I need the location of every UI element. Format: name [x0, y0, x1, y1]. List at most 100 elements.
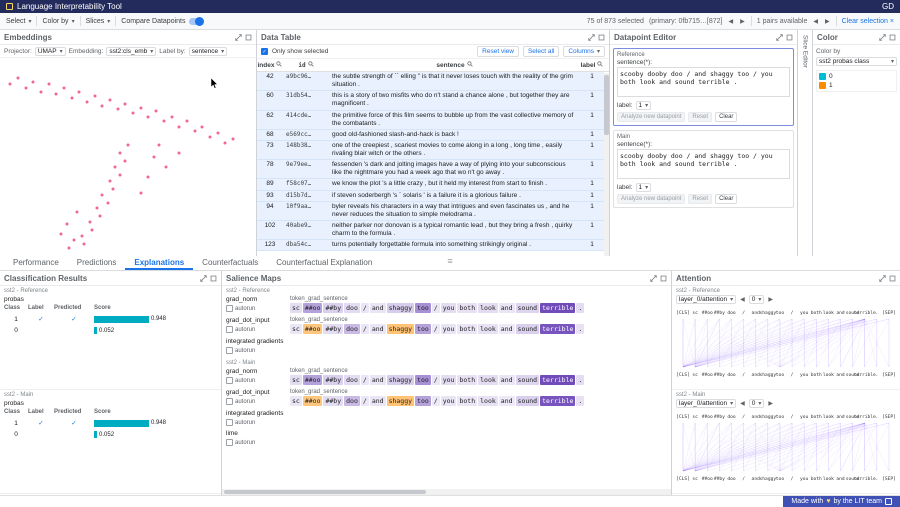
attention-layer-select[interactable]: layer_0/attention▾ — [676, 399, 736, 408]
maximize-icon[interactable] — [245, 34, 252, 41]
user-badge[interactable]: GD — [882, 2, 894, 11]
embedding-point — [119, 173, 122, 176]
tab-explanations[interactable]: Explanations — [125, 256, 193, 270]
search-icon[interactable] — [276, 61, 282, 69]
prev-head-button[interactable]: ◀ — [739, 296, 746, 303]
svg-text:both: both — [811, 476, 822, 482]
tab-counterfactual-explanation[interactable]: Counterfactual Explanation — [267, 256, 381, 270]
next-head-button[interactable]: ▶ — [767, 400, 774, 407]
color-by-menu[interactable]: Color by▾ — [42, 18, 74, 25]
column-header-label[interactable]: label — [580, 61, 604, 69]
slices-menu[interactable]: Slices▾ — [86, 18, 111, 25]
popout-icon[interactable] — [776, 34, 783, 41]
clear-selection-button[interactable]: Clear selection× — [842, 18, 894, 25]
reset-view-button[interactable]: Reset view — [477, 46, 519, 57]
select-all-button[interactable]: Select all — [523, 46, 559, 57]
color-by-select[interactable]: sst2 probas class▾ — [816, 57, 897, 66]
projector-select[interactable]: UMAP▾ — [35, 47, 66, 56]
popout-icon[interactable] — [879, 34, 886, 41]
next-datapoint-button[interactable]: ▶ — [739, 18, 746, 25]
maximize-icon[interactable] — [889, 275, 896, 282]
embedding-scatter[interactable] — [0, 58, 256, 256]
toggle-on-icon[interactable] — [189, 18, 203, 25]
autorun-checkbox[interactable] — [226, 326, 233, 333]
svg-text:look: look — [823, 372, 834, 378]
autorun-checkbox[interactable] — [226, 419, 233, 426]
search-icon[interactable] — [467, 61, 473, 69]
svg-text:/: / — [791, 372, 794, 378]
compare-datapoints-control[interactable]: Compare Datapoints — [121, 18, 203, 25]
maximize-icon[interactable] — [660, 275, 667, 282]
scrollbar-thumb[interactable] — [604, 75, 609, 135]
sentence-textarea[interactable]: scooby dooby doo / and shaggy too / you … — [617, 149, 790, 179]
embedding-point — [109, 98, 112, 101]
prev-pair-button[interactable]: ◀ — [812, 18, 819, 25]
popout-icon[interactable] — [200, 275, 207, 282]
table-row[interactable]: 89f58c07…we know the plot 's a little cr… — [257, 179, 604, 190]
maximize-icon[interactable] — [598, 34, 605, 41]
autorun-checkbox[interactable] — [226, 439, 233, 446]
autorun-checkbox[interactable] — [226, 398, 233, 405]
clear-button[interactable]: Clear — [715, 194, 737, 204]
tab-performance[interactable]: Performance — [4, 256, 68, 270]
cell-sentence: if steven soderbergh 's ` solaris ' is a… — [329, 192, 580, 200]
analyze-new-datapoint-button[interactable]: Analyze new datapoint — [617, 112, 685, 122]
table-row[interactable]: 10240abe9…neither parker nor donovan is … — [257, 221, 604, 240]
only-show-selected-checkbox[interactable]: ✓ — [261, 48, 268, 55]
head-select[interactable]: 0▾ — [749, 399, 765, 408]
popout-icon[interactable] — [235, 34, 242, 41]
embedding-select[interactable]: sst2:cls_emb▾ — [106, 47, 156, 56]
table-row[interactable]: 9410f9aa…byler reveals his characters in… — [257, 202, 604, 221]
table-row[interactable]: 73148b38…one of the creepiest , scariest… — [257, 141, 604, 160]
analyze-new-datapoint-button[interactable]: Analyze new datapoint — [617, 194, 685, 204]
autorun-checkbox[interactable] — [226, 347, 233, 354]
cell-id: 414cde… — [283, 112, 329, 128]
label-select[interactable]: 1▾ — [636, 183, 652, 192]
labelby-select[interactable]: sentence▾ — [189, 47, 227, 56]
attention-layer-select[interactable]: layer_0/attention▾ — [676, 295, 736, 304]
next-pair-button[interactable]: ▶ — [824, 18, 831, 25]
table-row[interactable]: 93d15b7d…if steven soderbergh 's ` solar… — [257, 191, 604, 202]
autorun-checkbox[interactable] — [226, 305, 233, 312]
select-menu[interactable]: Select▾ — [6, 18, 31, 25]
slice-editor-collapsed-module[interactable]: Slice Editor — [798, 30, 813, 256]
cell-id: 148b38… — [283, 142, 329, 158]
table-row[interactable]: 68e569cc…good old-fashioned slash-and-ha… — [257, 130, 604, 141]
salience-token: sound — [516, 396, 540, 406]
head-select[interactable]: 0▾ — [749, 295, 765, 304]
prev-datapoint-button[interactable]: ◀ — [728, 18, 735, 25]
drag-handle-icon[interactable]: ≡ — [447, 256, 452, 266]
next-head-button[interactable]: ▶ — [767, 296, 774, 303]
table-row[interactable]: 42a9bc96…the subtle strength of `` ellin… — [257, 72, 604, 91]
tab-counterfactuals[interactable]: Counterfactuals — [193, 256, 267, 270]
label-select[interactable]: 1▾ — [636, 101, 652, 110]
popout-icon[interactable] — [588, 34, 595, 41]
table-row[interactable]: 62414cde…the primitive force of this fil… — [257, 111, 604, 130]
reset-button[interactable]: Reset — [688, 112, 712, 122]
autorun-checkbox[interactable] — [226, 377, 233, 384]
sentence-textarea[interactable]: scooby dooby doo / and shaggy too / you … — [617, 67, 790, 97]
column-header: Score — [94, 409, 217, 415]
columns-button[interactable]: Columns▾ — [563, 46, 605, 57]
reset-button[interactable]: Reset — [688, 194, 712, 204]
search-icon[interactable] — [308, 61, 314, 69]
table-row[interactable]: 123dba54c…turns potentially forgettable … — [257, 240, 604, 251]
clear-button[interactable]: Clear — [715, 112, 737, 122]
tab-predictions[interactable]: Predictions — [68, 256, 126, 270]
search-icon[interactable] — [597, 61, 603, 69]
maximize-icon[interactable] — [210, 275, 217, 282]
popout-icon[interactable] — [650, 275, 657, 282]
column-header-sentence[interactable]: sentence — [329, 61, 580, 69]
popout-icon[interactable] — [879, 275, 886, 282]
column-header-id[interactable]: id — [283, 61, 329, 69]
table-row[interactable]: 6031db54…this is a story of two misfits … — [257, 91, 604, 110]
maximize-icon[interactable] — [889, 34, 896, 41]
prev-head-button[interactable]: ◀ — [739, 400, 746, 407]
salience-method-grad_dot_input: grad_dot_inputautoruntoken_grad_sentence… — [226, 389, 667, 406]
column-header-index[interactable]: index — [257, 61, 283, 69]
table-row[interactable]: 789e79ee…fessenden 's dark and jolting i… — [257, 160, 604, 179]
embedding-point — [101, 104, 104, 107]
maximize-icon[interactable] — [786, 34, 793, 41]
scrollbar-thumb[interactable] — [224, 490, 426, 494]
vertical-scrollbar[interactable] — [604, 73, 609, 256]
